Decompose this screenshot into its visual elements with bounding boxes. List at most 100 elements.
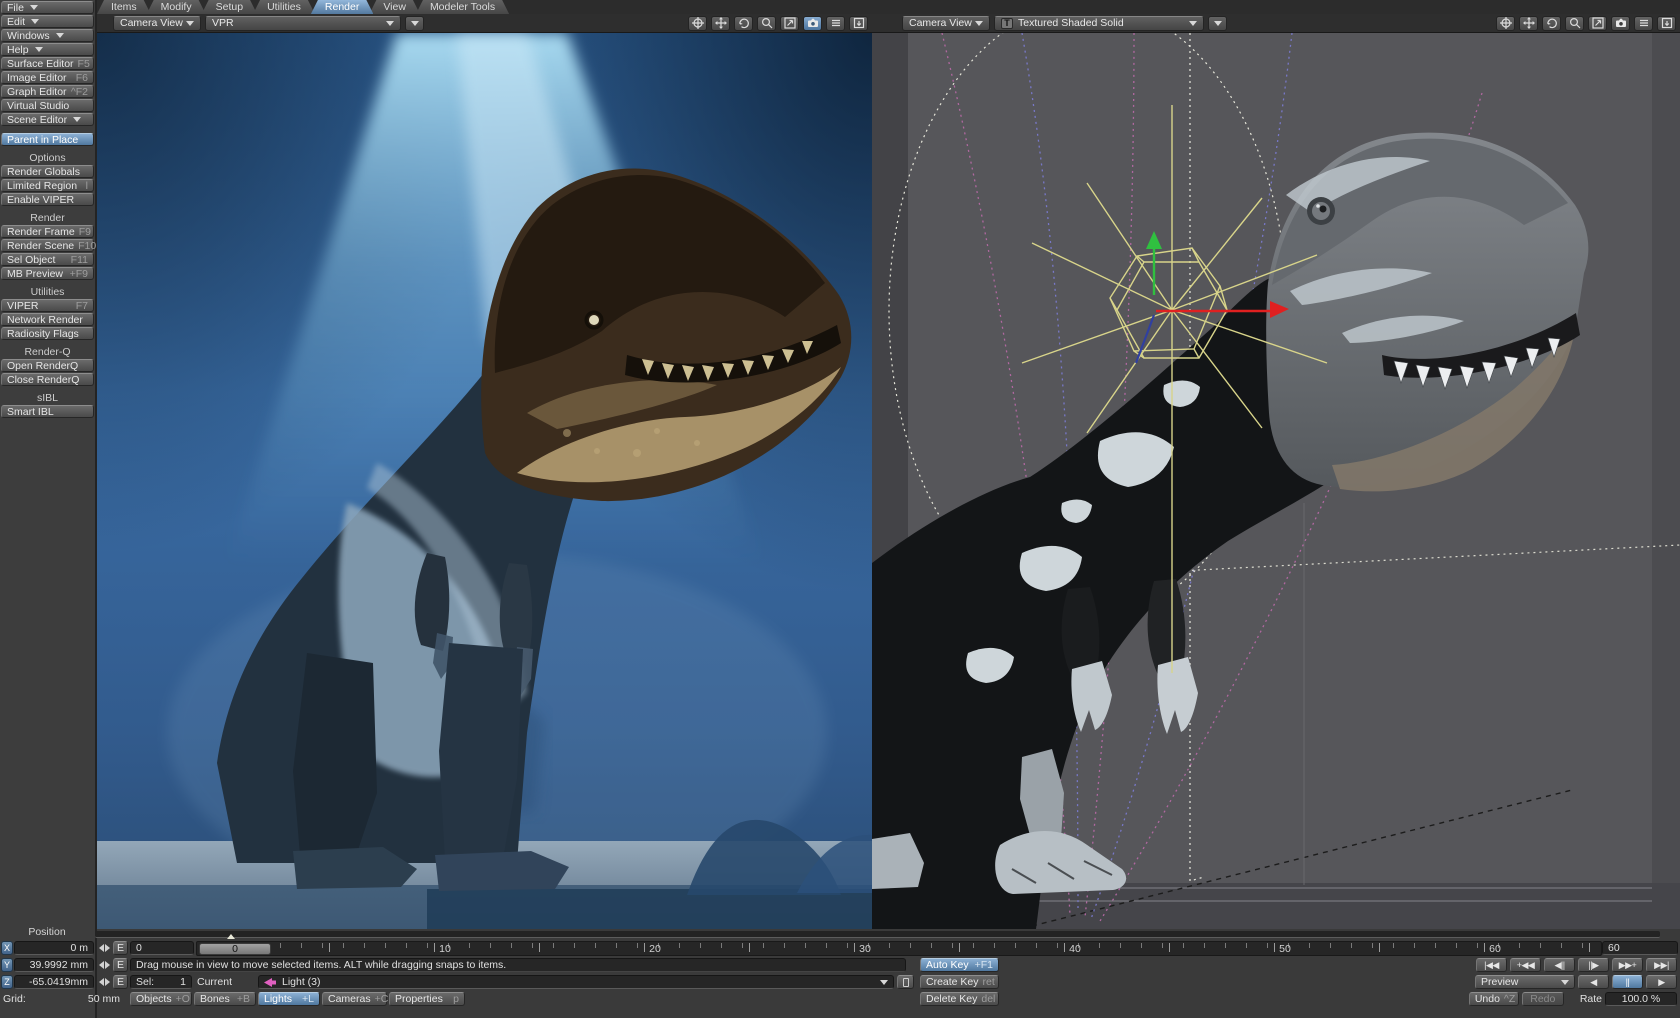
play-reverse-button[interactable]: ◀ xyxy=(1578,975,1609,989)
current-item-dropdown[interactable]: Light (3) xyxy=(258,975,894,989)
fit-selected-icon[interactable] xyxy=(780,16,799,31)
center-item-icon[interactable] xyxy=(1496,16,1515,31)
viper-button[interactable]: VIPERF7 xyxy=(1,299,94,312)
tab-render[interactable]: Render xyxy=(311,0,373,14)
enable-viper-button[interactable]: Enable VIPER xyxy=(1,193,94,206)
display-options-icon[interactable] xyxy=(1634,16,1653,31)
view-mode-dropdown[interactable]: Camera View xyxy=(902,16,990,31)
view-mode-dropdown[interactable]: Camera View xyxy=(113,16,201,31)
vpr-render-view[interactable] xyxy=(97,33,872,929)
opengl-view[interactable] xyxy=(872,33,1680,929)
next-key-button[interactable]: ▶▶+ xyxy=(1612,958,1643,972)
rate-field[interactable]: 100.0 % xyxy=(1605,992,1677,1006)
rotate-icon[interactable] xyxy=(1542,16,1561,31)
delete-key-button[interactable]: Delete Keydel xyxy=(920,992,999,1006)
viewport-menu-button[interactable] xyxy=(405,16,424,31)
graph-editor-button[interactable]: Graph Editor^F2 xyxy=(1,85,94,98)
render-globals-button[interactable]: Render Globals xyxy=(1,165,94,178)
lights-button[interactable]: Lights+L xyxy=(258,992,320,1006)
menu-file[interactable]: File xyxy=(1,1,94,14)
item-list-button[interactable] xyxy=(897,975,914,989)
radiosity-flags-button[interactable]: Radiosity Flags xyxy=(1,327,94,340)
section-title-sibl: sIBL xyxy=(1,392,94,404)
step-forward-button[interactable]: ||▶ xyxy=(1578,958,1609,972)
y-position-field[interactable]: 39.9992 mm xyxy=(14,958,94,972)
parent-in-place-button[interactable]: Parent in Place xyxy=(1,133,94,146)
properties-button[interactable]: Propertiesp xyxy=(389,992,465,1006)
preview-dropdown[interactable]: Preview xyxy=(1475,975,1575,989)
render-mode-dropdown[interactable]: VPR xyxy=(205,16,401,31)
center-item-icon[interactable] xyxy=(688,16,707,31)
tab-utilities[interactable]: Utilities xyxy=(253,0,315,14)
y-axis-button[interactable]: Y xyxy=(1,958,13,972)
cameras-button[interactable]: Cameras+C xyxy=(322,992,387,1006)
y-envelope-button[interactable]: E xyxy=(113,958,128,972)
objects-button[interactable]: Objects+O xyxy=(130,992,192,1006)
tab-setup[interactable]: Setup xyxy=(202,0,257,14)
pan-icon[interactable] xyxy=(711,16,730,31)
z-envelope-button[interactable]: E xyxy=(113,975,128,989)
rate-label: Rate xyxy=(1580,992,1602,1006)
auto-key-button[interactable]: Auto Key+F1 xyxy=(920,958,999,972)
minimize-maximize-icon[interactable] xyxy=(1657,16,1676,31)
tab-items[interactable]: Items xyxy=(97,0,151,14)
step-back-button[interactable]: ◀|| xyxy=(1544,958,1575,972)
x-nudge-control[interactable] xyxy=(96,941,112,955)
play-forward-button[interactable]: ▶ xyxy=(1646,975,1677,989)
x-envelope-button[interactable]: E xyxy=(113,941,128,955)
pause-button[interactable]: || xyxy=(1612,975,1643,989)
undo-button[interactable]: Undo^Z xyxy=(1469,992,1519,1006)
zoom-icon[interactable] xyxy=(1565,16,1584,31)
tab-modify[interactable]: Modify xyxy=(147,0,206,14)
rotate-icon[interactable] xyxy=(734,16,753,31)
go-start-button[interactable]: |◀◀ xyxy=(1476,958,1507,972)
menu-edit[interactable]: Edit xyxy=(1,15,94,28)
arrow-left-icon xyxy=(95,978,104,986)
y-nudge-control[interactable] xyxy=(96,958,112,972)
left-toolbar: File Edit Windows Help Surface EditorF5 … xyxy=(0,0,97,1018)
z-position-field[interactable]: -65.0419mm xyxy=(14,975,94,989)
current-frame-field[interactable]: 0 xyxy=(130,941,194,955)
timeline-ruler[interactable]: 0 10 20 30 40 50 60 0 xyxy=(196,941,1602,956)
frame-slider[interactable]: 0 xyxy=(199,943,271,955)
x-axis-button[interactable]: X xyxy=(1,941,13,955)
zoom-icon[interactable] xyxy=(757,16,776,31)
sel-object-button[interactable]: Sel ObjectF11 xyxy=(1,253,94,266)
prev-key-button[interactable]: +◀◀ xyxy=(1510,958,1541,972)
x-position-field[interactable]: 0 m xyxy=(14,941,94,955)
go-end-button[interactable]: ▶▶| xyxy=(1646,958,1677,972)
create-key-button[interactable]: Create Keyret xyxy=(920,975,999,989)
render-scene-button[interactable]: Render SceneF10 xyxy=(1,239,94,252)
z-nudge-control[interactable] xyxy=(96,975,112,989)
virtual-studio-button[interactable]: Virtual Studio xyxy=(1,99,94,112)
chevron-down-icon xyxy=(31,19,39,28)
texture-mode-icon: T xyxy=(1001,18,1013,29)
end-frame-field[interactable]: 60 xyxy=(1602,941,1678,955)
minimize-maximize-icon[interactable] xyxy=(849,16,868,31)
timeline-pan-bar[interactable] xyxy=(95,931,1660,938)
camera-icon[interactable] xyxy=(1611,16,1630,31)
render-mode-dropdown[interactable]: TTextured Shaded Solid xyxy=(994,16,1204,31)
viewport-menu-button[interactable] xyxy=(1208,16,1227,31)
image-editor-button[interactable]: Image EditorF6 xyxy=(1,71,94,84)
display-options-icon[interactable] xyxy=(826,16,845,31)
redo-button[interactable]: Redo xyxy=(1522,992,1564,1006)
limited-region-button[interactable]: Limited Regionl xyxy=(1,179,94,192)
close-renderq-button[interactable]: Close RenderQ xyxy=(1,373,94,386)
fit-selected-icon[interactable] xyxy=(1588,16,1607,31)
scene-editor-button[interactable]: Scene Editor xyxy=(1,113,94,126)
smart-ibl-button[interactable]: Smart IBL xyxy=(1,405,94,418)
network-render-button[interactable]: Network Render xyxy=(1,313,94,326)
surface-editor-button[interactable]: Surface EditorF5 xyxy=(1,57,94,70)
bones-button[interactable]: Bones+B xyxy=(194,992,256,1006)
z-axis-button[interactable]: Z xyxy=(1,975,13,989)
menu-windows[interactable]: Windows xyxy=(1,29,94,42)
tab-modeler-tools[interactable]: Modeler Tools xyxy=(416,0,509,14)
mb-preview-button[interactable]: MB Preview+F9 xyxy=(1,267,94,280)
render-frame-button[interactable]: Render FrameF9 xyxy=(1,225,94,238)
pan-icon[interactable] xyxy=(1519,16,1538,31)
menu-help[interactable]: Help xyxy=(1,43,94,56)
open-renderq-button[interactable]: Open RenderQ xyxy=(1,359,94,372)
camera-icon[interactable] xyxy=(803,16,822,31)
tab-view[interactable]: View xyxy=(369,0,420,14)
